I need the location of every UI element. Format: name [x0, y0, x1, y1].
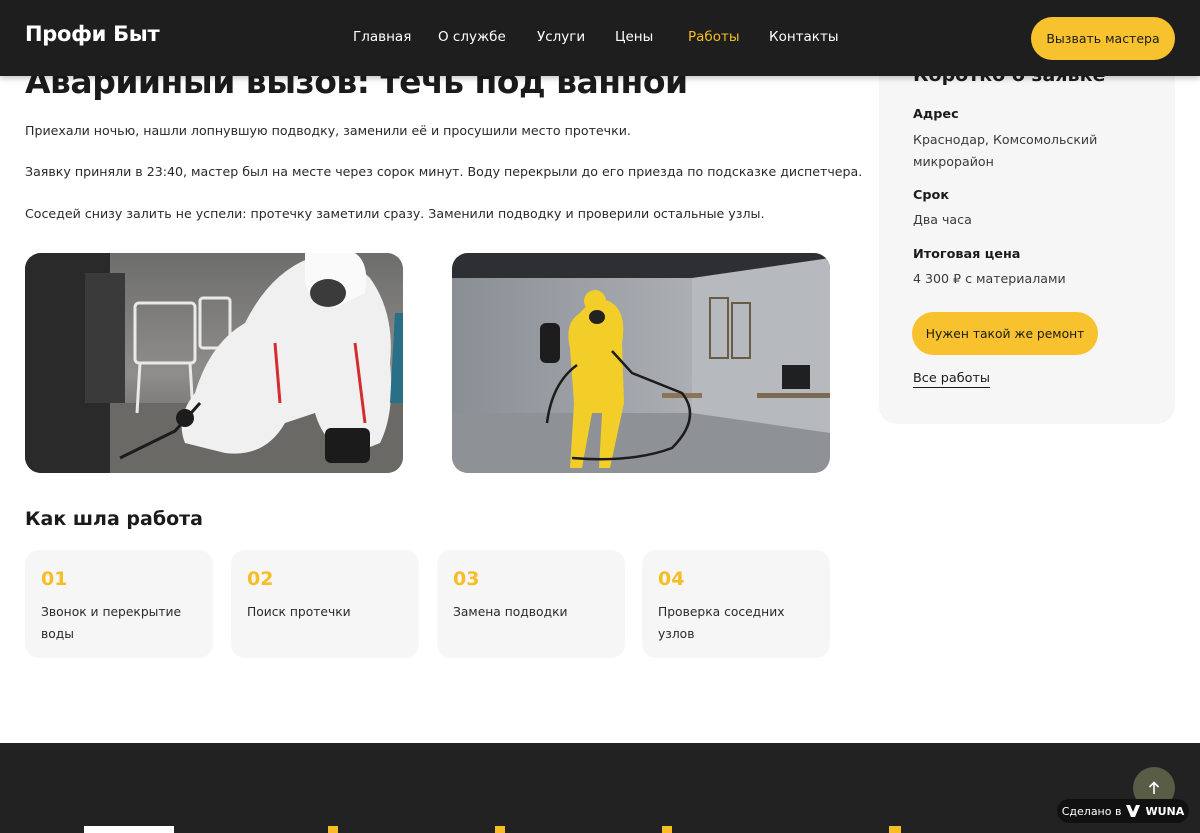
step-card-2: 02 Поиск протечки [231, 550, 419, 658]
address-value: Краснодар, Комсомольский микрорайон [913, 132, 1098, 169]
nav-item-home[interactable]: Главная [353, 29, 411, 45]
paragraph-3: Соседей снизу залить не успели: протечку… [25, 206, 765, 221]
order-summary-card [879, 40, 1175, 424]
step-card-1: 01 Звонок и перекрытие воды [25, 550, 213, 658]
term-label: Срок [913, 188, 950, 203]
nav-item-contacts[interactable]: Контакты [769, 29, 838, 45]
same-repair-button[interactable]: Нужен такой же ремонт [912, 312, 1098, 355]
address-label: Адрес [913, 107, 959, 122]
footer-heading-fragment [328, 826, 338, 833]
step-text: Звонок и перекрытие воды [41, 605, 182, 641]
term-value: Два часа [913, 212, 972, 227]
made-in-badge[interactable]: Сделано в WUNA [1057, 799, 1189, 823]
step-card-4: 04 Проверка соседних узлов [642, 550, 830, 658]
footer-heading-fragment [84, 826, 174, 833]
step-number: 01 [41, 568, 68, 590]
main-nav: Главная О службе Услуги Цены Работы Конт… [0, 29, 1200, 49]
step-card-3: 03 Замена подводки [437, 550, 625, 658]
made-in-text: Сделано в [1061, 804, 1122, 818]
work-photo-2[interactable] [452, 253, 830, 473]
arrow-up-icon [1148, 781, 1160, 794]
footer-heading-fragment [889, 826, 901, 833]
work-steps-title: Как шла работа [25, 508, 203, 530]
all-works-link[interactable]: Все работы [913, 371, 990, 388]
step-number: 02 [247, 568, 274, 590]
nav-item-about[interactable]: О службе [438, 29, 506, 45]
price-label: Итоговая цена [913, 247, 1021, 262]
nav-item-services[interactable]: Услуги [537, 29, 585, 45]
work-photo-1[interactable] [25, 253, 403, 473]
step-text: Проверка соседних узлов [658, 605, 785, 641]
paragraph-2: Заявку приняли в 23:40, мастер был на ме… [25, 164, 863, 179]
step-text: Поиск протечки [247, 605, 351, 619]
step-number: 03 [453, 568, 480, 590]
site-header: Профи Быт Главная О службе Услуги Цены Р… [0, 0, 1200, 76]
wuna-logo-icon [1126, 805, 1141, 817]
paragraph-1: Приехали ночью, нашли лопнувшую подводку… [25, 123, 631, 138]
brand-name: WUNA [1145, 804, 1185, 818]
footer-heading-fragment [495, 826, 505, 833]
footer-heading-fragment [662, 826, 672, 833]
price-value: 4 300 ₽ с материалами [913, 271, 1066, 286]
step-text: Замена подводки [453, 605, 568, 619]
nav-item-works[interactable]: Работы [688, 29, 740, 45]
call-master-button[interactable]: Вызвать мастера [1031, 17, 1175, 60]
nav-item-prices[interactable]: Цены [615, 29, 653, 45]
site-footer [0, 743, 1200, 833]
step-number: 04 [658, 568, 685, 590]
